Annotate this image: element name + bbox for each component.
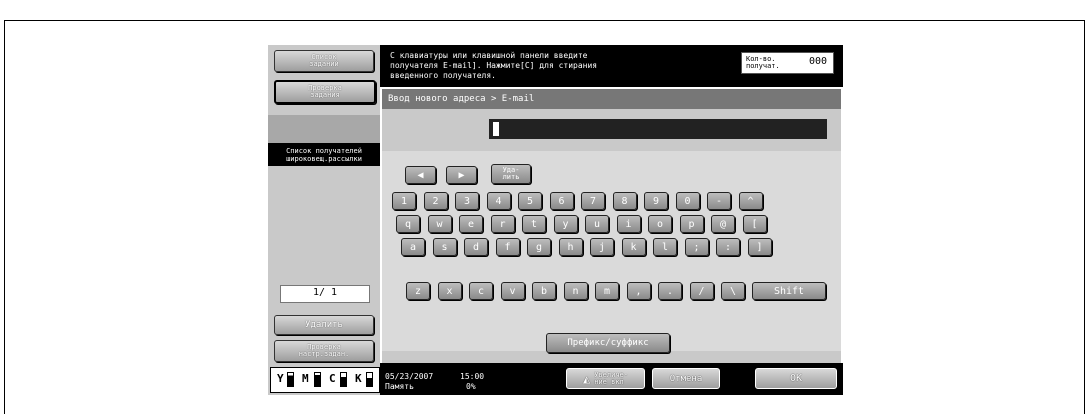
left-divider: [268, 115, 380, 143]
zoom-label: Увеличе- ние вкл: [594, 370, 628, 386]
email-input[interactable]: [489, 119, 827, 139]
key-row4-5[interactable]: n: [563, 282, 588, 300]
zoom-button[interactable]: ◭ Увеличе- ние вкл: [566, 368, 645, 389]
toner-levels: Y M C K: [270, 367, 380, 393]
key-row2-8[interactable]: o: [648, 215, 672, 233]
key-row1-8[interactable]: 9: [644, 192, 668, 210]
key-row4-0[interactable]: z: [406, 282, 430, 300]
key-row3-10[interactable]: :: [716, 238, 740, 256]
key-row2-3[interactable]: r: [490, 215, 515, 233]
toner-m-label: M: [302, 372, 309, 385]
counter-value: 000: [808, 56, 827, 67]
key-row1-11[interactable]: ^: [738, 192, 763, 210]
key-row4-9[interactable]: /: [689, 282, 714, 300]
key-row1-0[interactable]: 1: [392, 192, 416, 210]
key-row1-10[interactable]: -: [707, 192, 731, 210]
key-row2-1[interactable]: w: [427, 215, 452, 233]
toner-y-bar: [287, 372, 294, 387]
key-row1-1[interactable]: 2: [423, 192, 448, 210]
key-row3-6[interactable]: j: [590, 238, 614, 256]
key-row4-2[interactable]: c: [469, 282, 493, 300]
key-row2-11[interactable]: [: [742, 215, 767, 233]
shift-key[interactable]: Shift: [752, 282, 826, 300]
toner-k-bar: [366, 372, 373, 387]
key-row3-2[interactable]: d: [464, 238, 488, 256]
cancel-button[interactable]: Отмена: [652, 368, 720, 389]
status-footer: 05/23/2007 15:00 Память 0% ◭ Увеличе- ни…: [380, 363, 843, 395]
toner-c-label: C: [329, 372, 336, 385]
key-row3-4[interactable]: g: [527, 238, 551, 256]
toner-m-bar: [314, 372, 321, 387]
memory-label: Память: [385, 382, 414, 391]
zoom-icon: ◭: [583, 371, 591, 386]
key-row3-9[interactable]: ;: [684, 238, 709, 256]
page-indicator: 1/ 1: [280, 285, 370, 303]
key-row4-8[interactable]: .: [658, 282, 682, 300]
key-row1-7[interactable]: 8: [612, 192, 637, 210]
job-list-button[interactable]: Список заданий: [274, 50, 374, 72]
memory-value: 0%: [466, 382, 476, 391]
recipient-counter: Кол-во. получат. 000: [741, 52, 834, 74]
arrow-left-key[interactable]: ◀: [405, 166, 436, 184]
key-row4-10[interactable]: \: [721, 282, 745, 300]
key-row2-5[interactable]: y: [553, 215, 578, 233]
broadcast-list-title[interactable]: Список получателей широковещ.рассылки: [268, 143, 380, 166]
key-row2-6[interactable]: u: [585, 215, 609, 233]
key-row3-8[interactable]: l: [653, 238, 677, 256]
key-row2-9[interactable]: p: [679, 215, 704, 233]
breadcrumb: Ввод нового адреса > E-mail: [382, 89, 841, 109]
left-panel: Список заданий Проверка задания Список п…: [268, 45, 380, 395]
counter-label: Кол-во. получат.: [746, 55, 780, 70]
key-row1-2[interactable]: 3: [455, 192, 479, 210]
key-row1-4[interactable]: 5: [518, 192, 542, 210]
key-row3-5[interactable]: h: [558, 238, 583, 256]
key-row1-5[interactable]: 6: [549, 192, 574, 210]
delete-button[interactable]: Удалить: [274, 315, 374, 335]
key-row1-6[interactable]: 7: [581, 192, 605, 210]
prefix-suffix-button[interactable]: Префикс/суффикс: [546, 333, 670, 353]
key-row3-11[interactable]: ]: [747, 238, 772, 256]
key-row3-1[interactable]: s: [432, 238, 457, 256]
device-screen: Список заданий Проверка задания Список п…: [268, 45, 843, 395]
check-settings-button[interactable]: Проверка настр.задан.: [274, 340, 374, 362]
keyboard-area: ◀ ▶ Уда- лить 1 2 3 4 5 6 7 8 9 0- ^ q w e r t y u i o p @ [ a s…: [382, 151, 841, 351]
key-row3-7[interactable]: k: [621, 238, 646, 256]
input-panel: ◀ ▶ Уда- лить 1 2 3 4 5 6 7 8 9 0- ^ q w e r t y u i o p @ [ a s…: [382, 109, 841, 363]
toner-y-label: Y: [277, 372, 284, 385]
check-job-button[interactable]: Проверка задания: [274, 80, 376, 104]
key-row2-10[interactable]: @: [711, 215, 735, 233]
key-row4-7[interactable]: ,: [626, 282, 651, 300]
text-cursor: [493, 122, 499, 136]
toner-k-label: K: [355, 372, 362, 385]
arrow-right-key[interactable]: ▶: [446, 166, 477, 184]
key-row4-4[interactable]: b: [532, 282, 556, 300]
date-text: 05/23/2007: [385, 372, 434, 381]
key-row3-0[interactable]: a: [401, 238, 425, 256]
key-row3-3[interactable]: f: [495, 238, 520, 256]
message-header: С клавиатуры или клавишной панели введит…: [380, 45, 843, 87]
key-row2-7[interactable]: i: [616, 215, 641, 233]
key-row4-6[interactable]: m: [595, 282, 619, 300]
delete-char-key[interactable]: Уда- лить: [491, 164, 531, 184]
key-row2-4[interactable]: t: [522, 215, 546, 233]
ok-button[interactable]: OK: [755, 368, 837, 389]
key-row4-3[interactable]: v: [500, 282, 525, 300]
key-row1-9[interactable]: 0: [675, 192, 700, 210]
time-text: 15:00: [460, 372, 485, 381]
key-row2-0[interactable]: q: [396, 215, 420, 233]
key-row2-2[interactable]: e: [459, 215, 483, 233]
key-row1-3[interactable]: 4: [486, 192, 511, 210]
key-row4-1[interactable]: x: [437, 282, 462, 300]
toner-c-bar: [340, 372, 347, 387]
